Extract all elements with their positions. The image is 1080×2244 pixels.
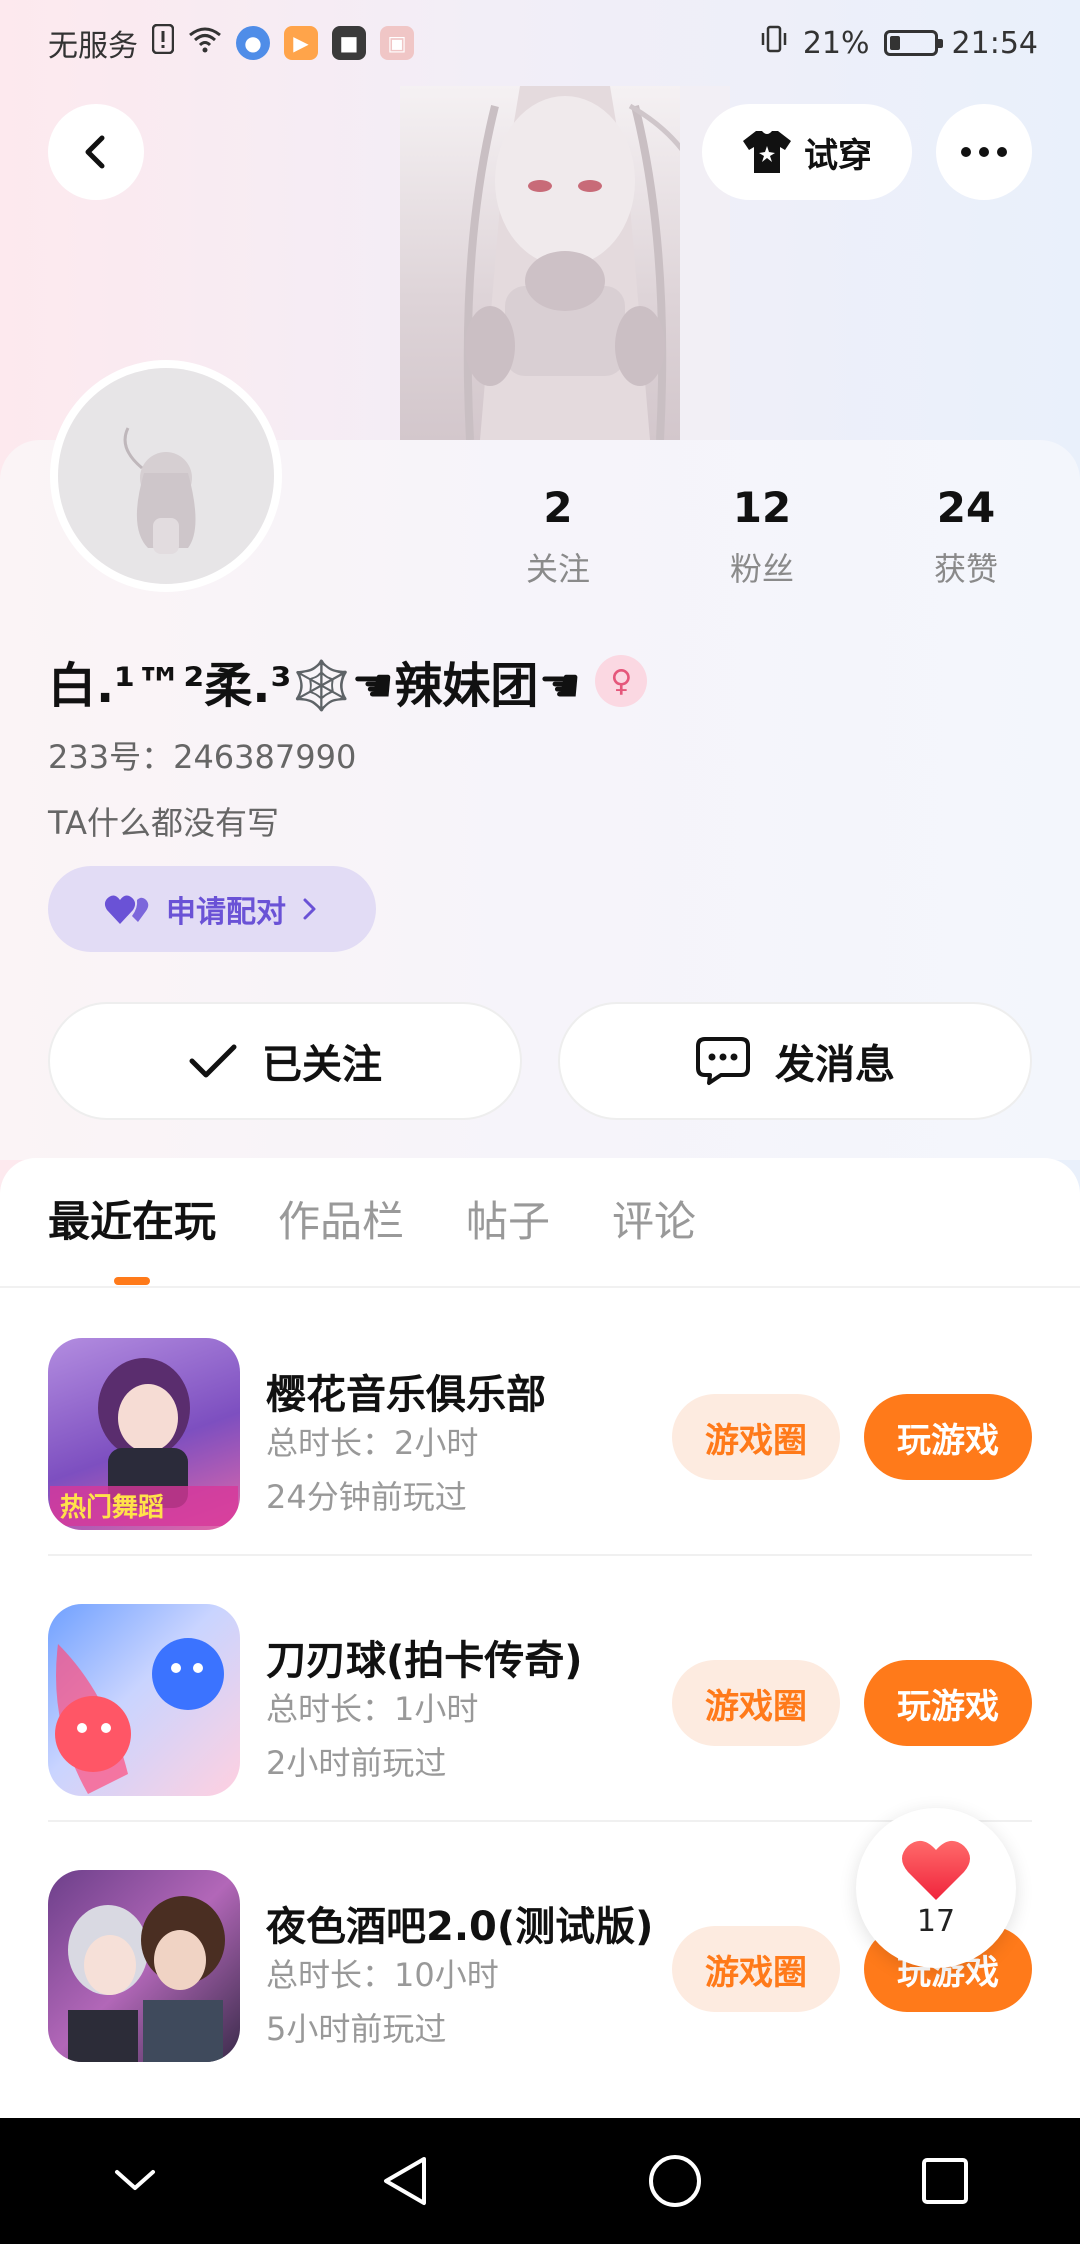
- game-last-played: 5小时前玩过: [266, 2010, 447, 2048]
- back-triangle-icon: [384, 2157, 426, 2205]
- tab-label: 作品栏: [278, 1197, 405, 1246]
- user-bio: TA什么都没有写: [48, 804, 279, 842]
- tab-label: 最近在玩: [48, 1197, 217, 1246]
- tab-posts[interactable]: 帖子: [466, 1157, 550, 1287]
- chevron-down-icon: [115, 2170, 155, 2190]
- more-dot-icon: [979, 147, 989, 157]
- more-dot-icon: [997, 147, 1007, 157]
- wifi-icon: [188, 25, 222, 61]
- stat-value: 12: [732, 483, 792, 532]
- game-last-played: 2小时前玩过: [266, 1744, 447, 1782]
- avatar-image: [58, 368, 274, 584]
- battery-percent: 21%: [802, 25, 870, 61]
- stat-label: 关注: [525, 550, 590, 588]
- vibrate-icon: [759, 24, 789, 62]
- game-icon-text: 热门舞蹈: [60, 1493, 164, 1523]
- profile-tabs: 最近在玩 作品栏 帖子 评论: [0, 1158, 1080, 1288]
- status-left: 无服务 ● ▶ ■ ▣: [48, 21, 414, 65]
- tab-label: 帖子: [466, 1197, 551, 1246]
- status-bar: 无服务 ● ▶ ■ ▣ 21% 21:54: [0, 0, 1080, 86]
- user-id: 233号：246387990: [48, 738, 357, 776]
- profile-banner-image: [400, 86, 730, 440]
- game-circle-button[interactable]: 游戏圈: [672, 1394, 840, 1480]
- female-gender-icon: ♀: [595, 655, 648, 707]
- back-button[interactable]: [48, 104, 144, 200]
- send-message-button[interactable]: 发消息: [558, 1002, 1032, 1120]
- tab-recently-played[interactable]: 最近在玩: [48, 1157, 216, 1287]
- try-on-button[interactable]: 试穿: [702, 104, 912, 200]
- stat-label: 获赞: [933, 550, 998, 588]
- stat-value: 24: [936, 483, 996, 532]
- game-total-time: 总时长：1小时: [266, 1690, 479, 1728]
- checkmark-icon: [189, 1044, 237, 1078]
- following-label: 已关注: [262, 1042, 382, 1088]
- system-navigation-bar: [0, 2118, 1080, 2244]
- carrier-text: 无服务: [48, 29, 138, 64]
- battery-fill: [889, 36, 900, 50]
- gift-app-icon: ▣: [380, 26, 414, 60]
- game-total-time: 总时长：2小时: [266, 1424, 479, 1462]
- following-button[interactable]: 已关注: [48, 1002, 522, 1120]
- username-row: 白.¹™²柔.³🕸️☚辣妹团☚ ♀: [48, 646, 648, 716]
- heart-icon: [902, 1840, 970, 1900]
- chevron-right-icon: [303, 898, 316, 920]
- game-circle-button[interactable]: 游戏圈: [672, 1926, 840, 2012]
- username: 白.¹™²柔.³🕸️☚辣妹团☚: [48, 658, 582, 714]
- game-list-item[interactable]: 刀刃球(拍卡传奇) 总时长：1小时 2小时前玩过 游戏圈 玩游戏: [48, 1556, 1032, 1822]
- more-dot-icon: [961, 147, 971, 157]
- double-heart-icon: [104, 895, 149, 924]
- chat-bubble-icon: [696, 1037, 750, 1085]
- like-float-button[interactable]: 17: [856, 1808, 1016, 1968]
- content-section: 最近在玩 作品栏 帖子 评论 热门舞蹈 樱花音乐俱乐部 总时长：2小时 24分钟…: [0, 1158, 1080, 2118]
- game-title: 樱花音乐俱乐部: [266, 1372, 546, 1418]
- active-tab-indicator: [114, 1277, 150, 1285]
- stat-label: 粉丝: [729, 550, 794, 588]
- request-pair-button[interactable]: 申请配对: [48, 866, 376, 952]
- battery-icon: [883, 30, 943, 56]
- nav-back-button[interactable]: [355, 2131, 455, 2231]
- tshirt-icon: [743, 131, 791, 173]
- game-circle-button[interactable]: 游戏圈: [672, 1660, 840, 1746]
- game-icon-night-bar[interactable]: [48, 1870, 240, 2062]
- game-title: 刀刃球(拍卡传奇): [266, 1638, 583, 1684]
- video-app-icon: ▶: [284, 26, 318, 60]
- status-right: 21% 21:54: [759, 24, 1038, 62]
- play-game-button[interactable]: 玩游戏: [864, 1394, 1032, 1480]
- game-last-played: 24分钟前玩过: [266, 1478, 467, 1516]
- nav-collapse-button[interactable]: [85, 2131, 185, 2231]
- stat-value: 2: [543, 483, 573, 532]
- tab-comments[interactable]: 评论: [612, 1157, 696, 1287]
- request-pair-label: 申请配对: [166, 895, 286, 930]
- avatar[interactable]: [50, 360, 282, 592]
- home-circle-icon: [649, 2155, 701, 2207]
- try-on-label: 试穿: [804, 135, 872, 176]
- tab-label: 评论: [612, 1197, 697, 1246]
- play-game-button[interactable]: 玩游戏: [864, 1660, 1032, 1746]
- profile-page: 无服务 ● ▶ ■ ▣ 21% 21:54 试穿 2 关注 12 粉丝 24 获…: [0, 0, 1080, 2244]
- nav-recents-button[interactable]: [895, 2131, 995, 2231]
- back-arrow-icon: [85, 135, 105, 169]
- game-icon-sakura-music-club[interactable]: 热门舞蹈: [48, 1338, 240, 1530]
- game-icon-blade-ball[interactable]: [48, 1604, 240, 1796]
- browser-app-icon: ●: [236, 26, 270, 60]
- record-app-icon: ■: [332, 26, 366, 60]
- tab-works[interactable]: 作品栏: [278, 1157, 404, 1287]
- stat-following[interactable]: 2 关注: [456, 480, 660, 590]
- send-message-label: 发消息: [775, 1042, 895, 1088]
- game-total-time: 总时长：10小时: [266, 1956, 499, 1994]
- stat-likes[interactable]: 24 获赞: [864, 480, 1068, 590]
- recents-square-icon: [922, 2158, 968, 2204]
- nav-home-button[interactable]: [625, 2131, 725, 2231]
- stat-followers[interactable]: 12 粉丝: [660, 480, 864, 590]
- clock: 21:54: [951, 25, 1038, 61]
- more-options-button[interactable]: [936, 104, 1032, 200]
- sim-alert-icon: [151, 23, 175, 62]
- game-list-item[interactable]: 热门舞蹈 樱花音乐俱乐部 总时长：2小时 24分钟前玩过 游戏圈 玩游戏: [48, 1290, 1032, 1556]
- like-count: 17: [916, 1903, 956, 1939]
- profile-stats: 2 关注 12 粉丝 24 获赞: [456, 480, 1068, 590]
- game-title: 夜色酒吧2.0(测试版): [266, 1904, 654, 1950]
